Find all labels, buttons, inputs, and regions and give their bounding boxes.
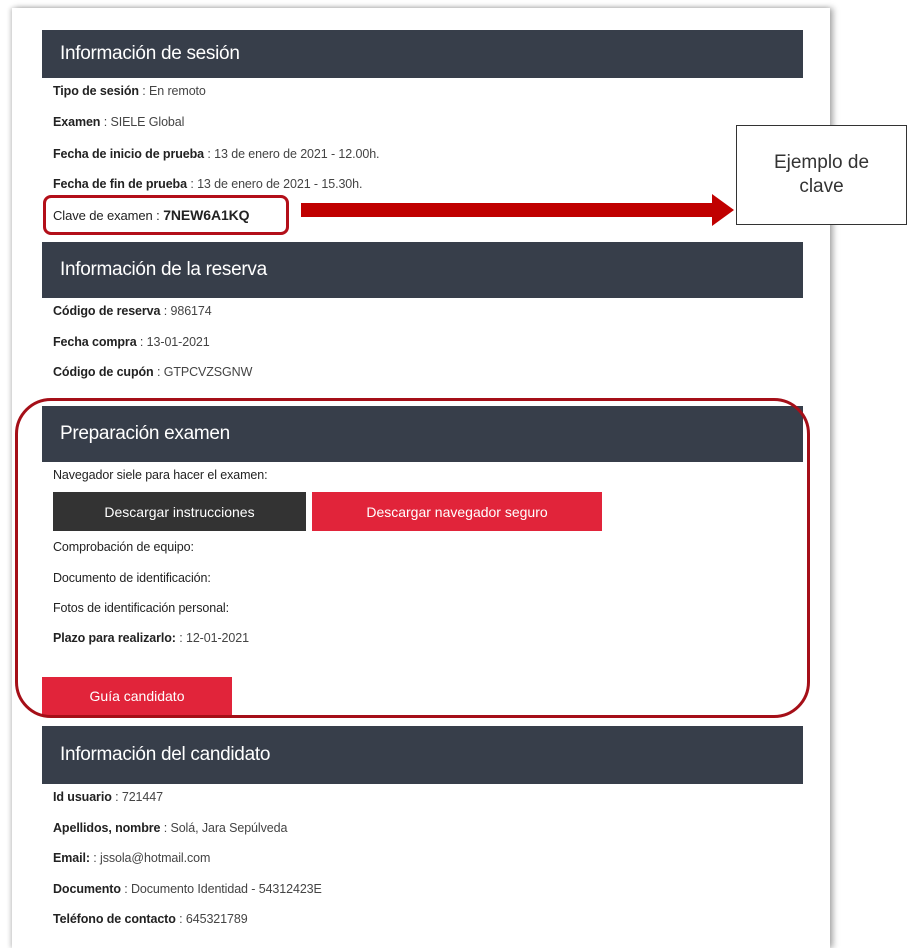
prep-section-highlight	[15, 398, 810, 718]
session-type-row: Tipo de sesión : En remoto	[53, 84, 206, 98]
phone-row: Teléfono de contacto : 645321789	[53, 912, 248, 926]
exam-row: Examen : SIELE Global	[53, 115, 185, 129]
booking-section-header: Información de la reserva	[42, 242, 803, 298]
booking-code-row: Código de reserva : 986174	[53, 304, 212, 318]
candidate-section-title: Información del candidato	[60, 744, 271, 765]
key-example-callout: Ejemplo de clave	[736, 125, 907, 225]
exam-key-highlight	[43, 195, 289, 235]
callout-line-2: clave	[799, 176, 844, 197]
callout-line-1: Ejemplo de	[773, 152, 870, 174]
candidate-section-header: Información del candidato	[42, 726, 803, 784]
booking-section-title: Información de la reserva	[60, 259, 267, 280]
start-date-row: Fecha de inicio de prueba : 13 de enero …	[53, 147, 380, 161]
session-section-header: Información de sesión	[42, 30, 803, 78]
end-date-row: Fecha de fin de prueba : 13 de enero de …	[53, 177, 363, 191]
annotation-arrow	[301, 203, 715, 217]
name-row: Apellidos, nombre : Solá, Jara Sepúlveda	[53, 821, 288, 835]
user-id-row: Id usuario : 721447	[53, 790, 163, 804]
document-row: Documento : Documento Identidad - 543124…	[53, 882, 322, 896]
purchase-date-row: Fecha compra : 13-01-2021	[53, 335, 210, 349]
coupon-code-row: Código de cupón : GTPCVZSGNW	[53, 365, 253, 379]
session-section-title: Información de sesión	[60, 43, 240, 64]
email-row: Email: : jssola@hotmail.com	[53, 851, 211, 865]
annotation-arrow-head	[712, 194, 734, 226]
